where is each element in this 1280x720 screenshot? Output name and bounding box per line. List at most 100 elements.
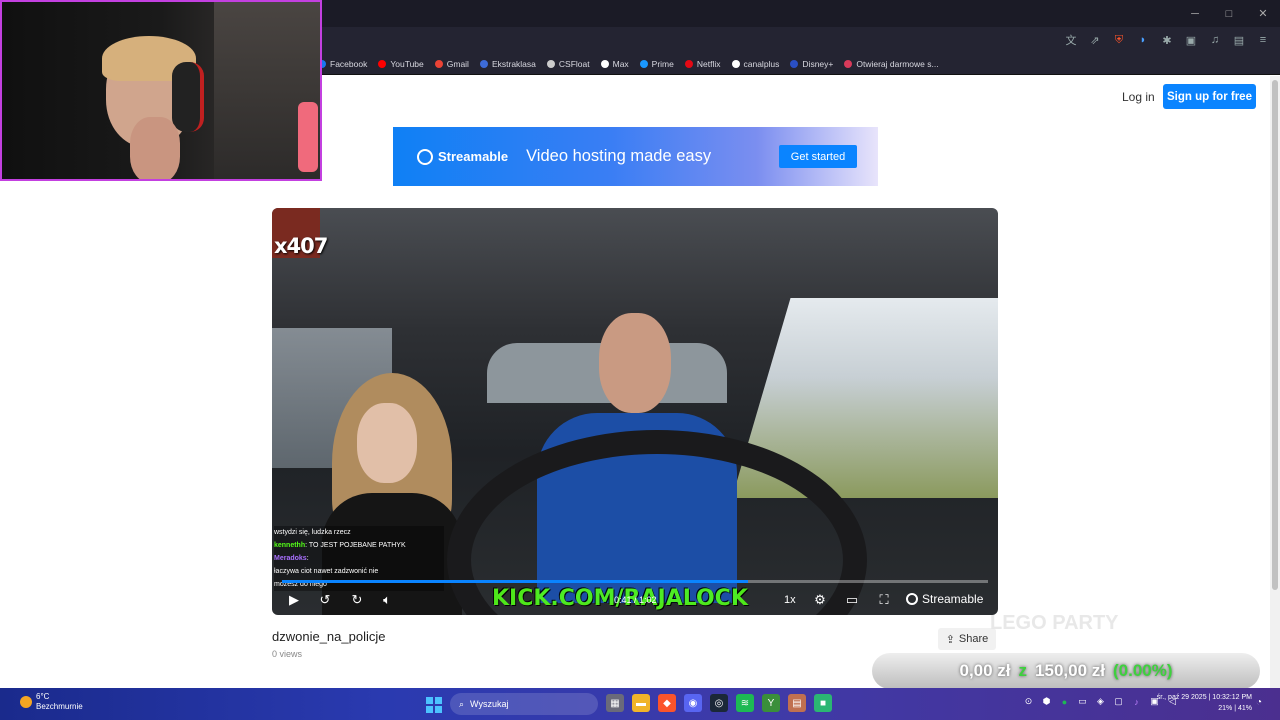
get-started-button[interactable]: Get started	[779, 145, 857, 168]
bookmark-item[interactable]: canalplus	[731, 58, 780, 69]
weather-desc: Bezchmurnie	[36, 702, 83, 711]
bookmark-label: Prime	[651, 58, 674, 69]
close-button[interactable]: ✕	[1246, 0, 1280, 27]
bookmark-item[interactable]: Prime	[639, 58, 674, 69]
video-player[interactable]: x407 wstydzi się, ludzka rzecz kennethh: …	[272, 208, 998, 615]
playback-time: 0:41 / 1:02	[614, 595, 657, 605]
tray-gpu-icon[interactable]: ⬢	[1040, 695, 1053, 708]
chat-text: łaczywa ciot nawet zadzwonić nie	[274, 568, 379, 575]
bookmark-favicon-icon	[378, 59, 387, 68]
minimize-button[interactable]: ─	[1178, 0, 1212, 27]
bookmark-item[interactable]: Otwieraj darmowe s...	[844, 59, 939, 69]
extensions-icon[interactable]: ✱	[1158, 31, 1176, 49]
webcam-person-hand	[130, 117, 180, 179]
share-button[interactable]: ⇪ Share	[938, 628, 996, 650]
tray-display-icon[interactable]: ▢	[1112, 695, 1125, 708]
bookmark-label: Gmail	[446, 58, 469, 69]
taskbar-search[interactable]: ⌕ Wyszukaj	[450, 693, 598, 715]
goal-target: 150,00 zł	[1035, 661, 1105, 680]
webcam-headset	[172, 62, 204, 132]
fullscreen-icon[interactable]: ⛶	[876, 592, 892, 608]
bookmark-item[interactable]: CSFloat	[546, 58, 590, 69]
speed-button[interactable]: 1x	[784, 594, 796, 606]
sidebar-icon[interactable]: ▤	[1230, 31, 1248, 49]
volume-icon[interactable]: 🔈︎	[379, 592, 395, 608]
play-icon[interactable]: ▶	[286, 592, 302, 608]
forward-icon[interactable]: ↻	[349, 592, 365, 608]
goal-percent: (0.00%)	[1112, 661, 1173, 680]
brave-browser-icon[interactable]: ◆	[658, 694, 676, 712]
goal-current: 0,00 zł	[959, 661, 1011, 680]
bookmark-item[interactable]: Netflix	[684, 58, 721, 69]
music-icon[interactable]: ♫	[1206, 31, 1224, 49]
obs-app-icon[interactable]: ■	[814, 694, 832, 712]
bookmark-item[interactable]: Gmail	[434, 58, 469, 69]
clock-stats: 21% | 41%	[1218, 705, 1252, 712]
notification-icon[interactable]: ◔	[1256, 697, 1270, 711]
tray-battery-icon[interactable]: ▭	[1076, 695, 1089, 708]
bookmark-item[interactable]: Disney+	[790, 59, 833, 69]
chat-text: : TO JEST POJEBANE PATHYK	[305, 542, 406, 549]
chat-text: wstydzi się, ludzka rzecz	[274, 529, 351, 536]
settings-icon[interactable]: ⚙	[812, 592, 828, 608]
screenshot-icon[interactable]: ▣	[1182, 31, 1200, 49]
weather-temp: 6°C	[36, 692, 50, 701]
pip-icon[interactable]: ▭	[844, 592, 860, 608]
chat-line: wstydzi się, ludzka rzecz	[274, 526, 444, 539]
bookmark-item[interactable]: Facebook	[318, 59, 367, 69]
menu-icon[interactable]: ≡	[1254, 31, 1272, 49]
scrollbar-thumb[interactable]	[1272, 80, 1278, 590]
rewind-icon[interactable]: ↺	[317, 592, 333, 608]
taskbar-clock[interactable]: śr., paź 29 2025 | 10:32:12 PM 21% | 41%	[1146, 692, 1252, 714]
tray-shield-icon[interactable]: ◈	[1094, 695, 1107, 708]
photo-app-icon[interactable]: ▤	[788, 694, 806, 712]
maximize-button[interactable]: □	[1212, 0, 1246, 27]
progress-bar[interactable]	[282, 580, 988, 583]
bookmark-label: Netflix	[696, 58, 721, 69]
start-button[interactable]	[426, 697, 442, 713]
weather-sun-icon	[20, 696, 32, 708]
discord-icon[interactable]: ◉	[684, 694, 702, 712]
tray-app-icon[interactable]: ⊙	[1022, 695, 1035, 708]
login-link[interactable]: Log in	[1122, 90, 1155, 104]
page-scrollbar[interactable]	[1270, 76, 1280, 688]
bookmark-label: Ekstraklasa	[491, 58, 536, 69]
banner-logo: Streamable	[417, 148, 509, 165]
bookmark-label: canalplus	[743, 58, 780, 69]
toolbar-icons: 文 ⇗ ⛨ ◗ ✱ ▣ ♫ ▤ ≡	[1062, 31, 1272, 49]
bookmark-favicon-icon	[844, 59, 853, 68]
share-icon[interactable]: ⇗	[1086, 31, 1104, 49]
bookmark-favicon-icon	[790, 59, 799, 68]
bookmark-label: CSFloat	[558, 58, 590, 69]
bookmark-favicon-icon	[600, 59, 609, 68]
signup-button[interactable]: Sign up for free	[1163, 84, 1256, 109]
banner-brand: Streamable	[438, 149, 509, 164]
chat-user: Meradoks	[274, 555, 307, 562]
steam-icon[interactable]: ◎	[710, 694, 728, 712]
banner-tagline: Video hosting made easy	[526, 147, 712, 165]
translate-icon[interactable]: 文	[1062, 31, 1080, 49]
bookmark-item[interactable]: Ekstraklasa	[479, 58, 536, 69]
search-placeholder: Wyszukaj	[470, 699, 509, 709]
bookmark-item[interactable]: YouTube	[378, 59, 424, 69]
streamable-logo-icon	[417, 148, 433, 165]
tray-spotify-icon[interactable]: ●	[1058, 695, 1071, 708]
stream-overlay-title: LEGO PARTY	[990, 612, 1119, 634]
brave-shield-icon[interactable]: ⛨	[1110, 31, 1128, 49]
goal-separator: z	[1018, 661, 1028, 680]
bookmark-favicon-icon	[434, 59, 443, 68]
driver-head	[599, 313, 671, 413]
task-view-icon[interactable]: ▦	[606, 694, 624, 712]
app-icon[interactable]: Y	[762, 694, 780, 712]
weather-widget[interactable]: 6°C Bezchmurnie	[20, 692, 83, 712]
player-brand-link[interactable]: Streamable	[906, 592, 983, 606]
file-explorer-icon[interactable]: ▬	[632, 694, 650, 712]
share-icon: ⇪	[945, 633, 955, 646]
wallet-icon[interactable]: ◗	[1134, 31, 1152, 49]
spotify-icon[interactable]: ≋	[736, 694, 754, 712]
bookmark-item[interactable]: Max	[600, 59, 629, 69]
donation-goal-overlay: 0,00 zł z 150,00 zł (0.00%)	[872, 653, 1260, 689]
ad-banner[interactable]: Streamable Video hosting made easy Get s…	[393, 127, 878, 186]
tray-mic-icon[interactable]: ♪	[1130, 695, 1143, 708]
chat-user: kennethh	[274, 542, 306, 549]
